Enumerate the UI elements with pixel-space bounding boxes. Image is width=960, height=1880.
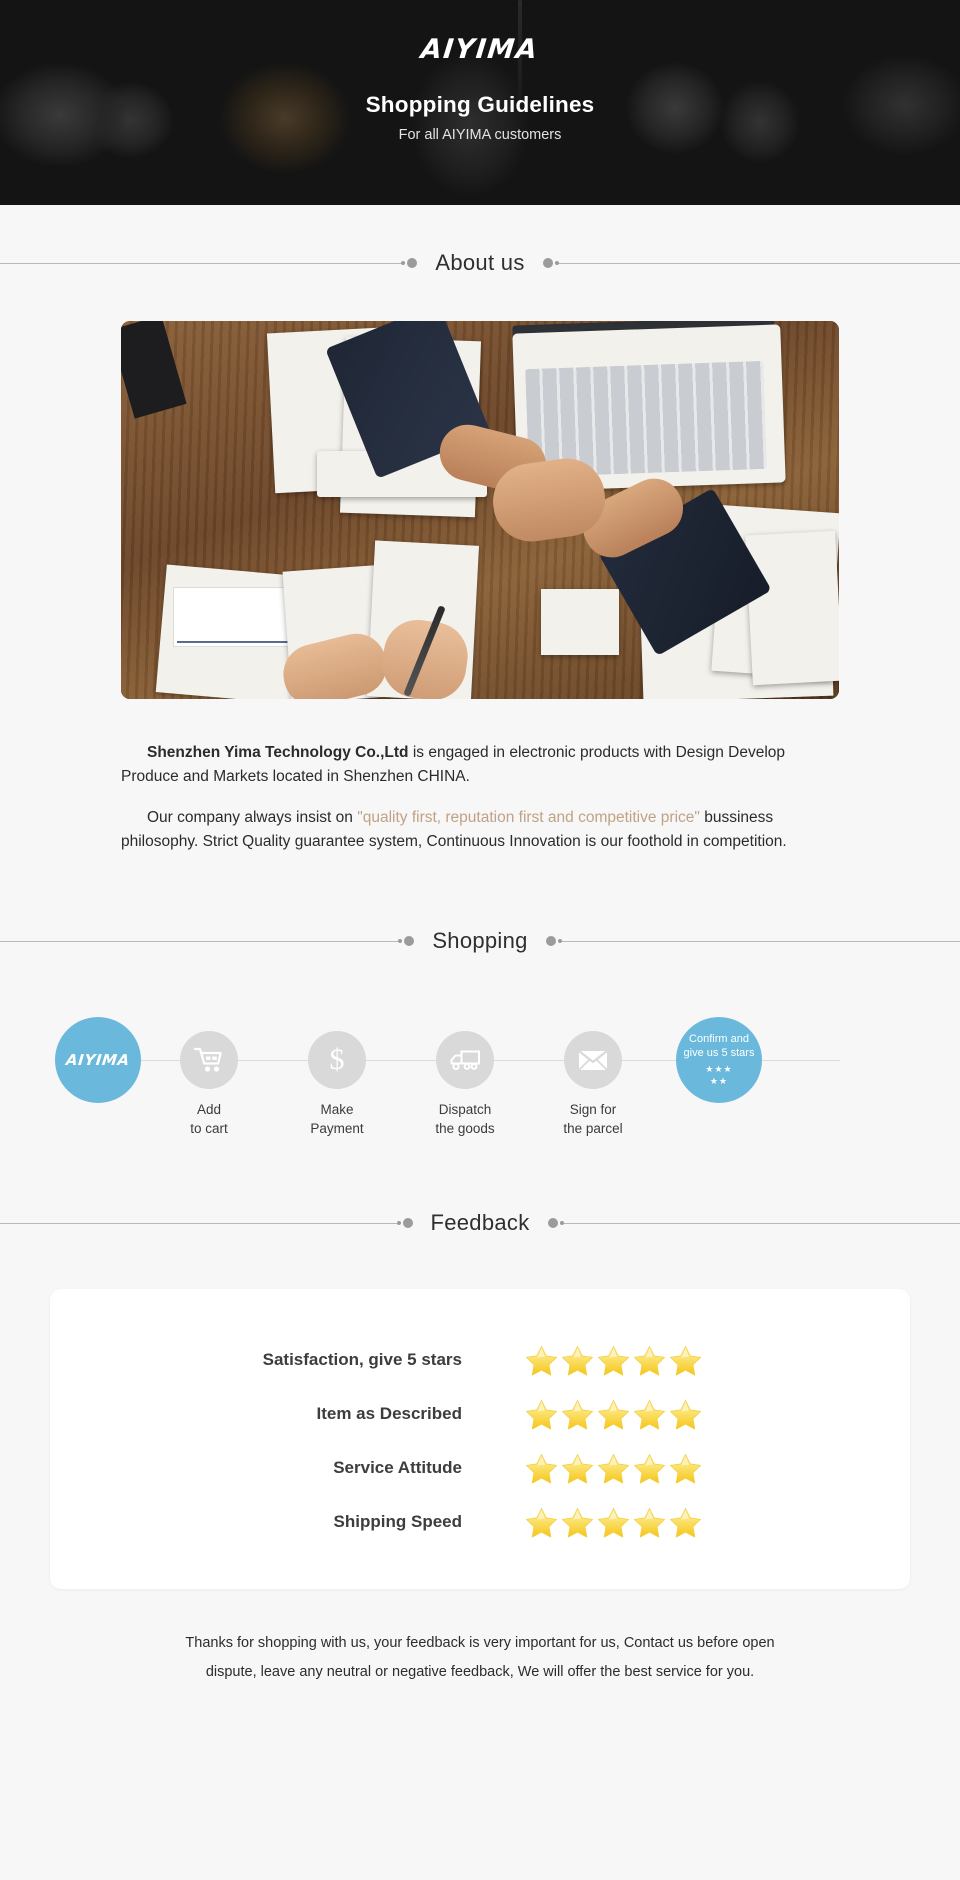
star-icon bbox=[561, 1398, 594, 1431]
about-section-title: About us bbox=[435, 250, 525, 275]
step-aiyima-brand: AIYIMA bbox=[38, 1002, 158, 1104]
handshake-photo bbox=[121, 321, 839, 699]
star-icon bbox=[669, 1398, 702, 1431]
feedback-section: Feedback Satisfaction, give 5 stars Item… bbox=[0, 1142, 960, 1687]
step-label: Dispatch the goods bbox=[435, 1102, 495, 1137]
rating-stars bbox=[525, 1398, 702, 1431]
about-p2-before: Our company always insist on bbox=[147, 809, 358, 827]
star-icon bbox=[669, 1452, 702, 1485]
feedback-row: Satisfaction, give 5 stars bbox=[50, 1333, 910, 1387]
page-banner: AIYIMA Shopping Guidelines For all AIYIM… bbox=[0, 0, 960, 205]
feedback-divider: Feedback bbox=[0, 1210, 960, 1236]
shopping-section-title: Shopping bbox=[432, 928, 528, 954]
photo-chart-line bbox=[177, 621, 297, 643]
company-motto: "quality first, reputation first and com… bbox=[357, 809, 700, 827]
confirm-line-2: give us 5 stars bbox=[683, 1046, 755, 1059]
star-icon bbox=[597, 1452, 630, 1485]
star-icon bbox=[597, 1344, 630, 1377]
feedback-section-title: Feedback bbox=[430, 1210, 530, 1236]
shopping-section: Shopping AIYIMA Add to cart $ Make Payme… bbox=[0, 853, 960, 1142]
confirm-line-1: Confirm and bbox=[689, 1033, 749, 1046]
shopping-divider: Shopping bbox=[0, 928, 960, 954]
divider-dot-large-right bbox=[545, 936, 556, 947]
about-divider: About us bbox=[0, 250, 960, 276]
divider-dot-large-left bbox=[407, 258, 418, 268]
step-add-to-cart: Add to cart bbox=[149, 1002, 269, 1138]
photo-sticky-note bbox=[541, 589, 619, 655]
feedback-row: Service Attitude bbox=[50, 1441, 910, 1495]
divider-line-left bbox=[0, 262, 402, 264]
step-make-payment: $ Make Payment bbox=[277, 1002, 397, 1138]
star-icon bbox=[525, 1398, 558, 1431]
star-icon bbox=[633, 1506, 666, 1539]
star-icon bbox=[669, 1344, 702, 1377]
confirm-stars-row-1: ★★★ bbox=[705, 1063, 733, 1074]
feedback-row-label: Satisfaction, give 5 stars bbox=[262, 1350, 462, 1370]
about-section: About us Shenzhen Yima Technology Co.,Lt… bbox=[0, 205, 960, 853]
star-icon bbox=[633, 1452, 666, 1485]
divider-dot-small-left bbox=[398, 939, 403, 944]
divider-line-right bbox=[561, 940, 960, 942]
divider-line-right bbox=[563, 1222, 960, 1224]
divider-line-left bbox=[0, 940, 399, 942]
feedback-row-label: Shipping Speed bbox=[333, 1512, 462, 1532]
about-paragraph-2: Our company always insist on "quality fi… bbox=[121, 806, 839, 853]
divider-dot-large-left bbox=[404, 936, 415, 947]
star-icon bbox=[597, 1398, 630, 1431]
step-label: Make Payment bbox=[310, 1102, 364, 1137]
rating-stars bbox=[525, 1344, 702, 1377]
divider-dot-small-left bbox=[396, 1221, 401, 1226]
envelope-icon bbox=[564, 1031, 622, 1090]
divider-dot-large-right bbox=[547, 1218, 558, 1229]
dollar-sign-icon: $ bbox=[308, 1031, 366, 1090]
divider-dot-large-right bbox=[542, 258, 553, 268]
star-icon bbox=[561, 1452, 594, 1485]
step-label: Add to cart bbox=[190, 1102, 228, 1137]
feedback-note-line-1: Thanks for shopping with us, your feedba… bbox=[185, 1635, 775, 1652]
star-icon bbox=[525, 1506, 558, 1539]
page-subtitle: For all AIYIMA customers bbox=[398, 127, 562, 143]
star-icon bbox=[561, 1506, 594, 1539]
page-title: Shopping Guidelines bbox=[365, 92, 595, 117]
about-paragraph-1: Shenzhen Yima Technology Co.,Ltd is enga… bbox=[121, 741, 839, 788]
feedback-note: Thanks for shopping with us, your feedba… bbox=[100, 1629, 860, 1687]
aiyima-logo-icon: AIYIMA bbox=[55, 1017, 141, 1104]
star-icon bbox=[669, 1506, 702, 1539]
star-icon bbox=[525, 1452, 558, 1485]
star-icon bbox=[633, 1398, 666, 1431]
feedback-note-line-2: dispute, leave any neutral or negative f… bbox=[205, 1664, 755, 1681]
shopping-cart-icon bbox=[180, 1031, 238, 1090]
aiyima-brand-text: AIYIMA bbox=[65, 1051, 131, 1070]
divider-line-right bbox=[558, 262, 960, 264]
divider-dot-large-left bbox=[402, 1218, 413, 1229]
feedback-row: Shipping Speed bbox=[50, 1495, 910, 1549]
rating-stars bbox=[525, 1452, 702, 1485]
confirm-stars-row-2: ★★ bbox=[709, 1075, 729, 1086]
star-icon bbox=[597, 1506, 630, 1539]
star-icon bbox=[525, 1344, 558, 1377]
feedback-row-label: Service Attitude bbox=[333, 1458, 462, 1478]
rating-stars bbox=[525, 1506, 702, 1539]
about-body-text: Shenzhen Yima Technology Co.,Ltd is enga… bbox=[121, 741, 839, 853]
shopping-steps: AIYIMA Add to cart $ Make Payment Dispat… bbox=[0, 1002, 960, 1142]
feedback-row-label: Item as Described bbox=[316, 1404, 462, 1424]
photo-papers bbox=[745, 530, 839, 686]
divider-dot-small-left bbox=[401, 261, 406, 265]
feedback-row: Item as Described bbox=[50, 1387, 910, 1441]
step-label: Sign for the parcel bbox=[563, 1102, 623, 1137]
star-icon bbox=[633, 1344, 666, 1377]
five-stars-icon: Confirm and give us 5 stars ★★★ ★★ bbox=[676, 1017, 762, 1104]
step-dispatch-goods: Dispatch the goods bbox=[405, 1002, 525, 1138]
divider-line-left bbox=[0, 1222, 397, 1224]
feedback-card: Satisfaction, give 5 stars Item as Descr… bbox=[50, 1289, 910, 1590]
aiyima-logo: AIYIMA bbox=[419, 34, 541, 65]
step-confirm-five-stars: Confirm and give us 5 stars ★★★ ★★ bbox=[659, 1002, 779, 1104]
dollar-glyph: $ bbox=[329, 1043, 345, 1077]
delivery-truck-icon bbox=[436, 1031, 494, 1090]
step-sign-parcel: Sign for the parcel bbox=[533, 1002, 653, 1138]
star-icon bbox=[561, 1344, 594, 1377]
company-name: Shenzhen Yima Technology Co.,Ltd bbox=[147, 744, 409, 761]
